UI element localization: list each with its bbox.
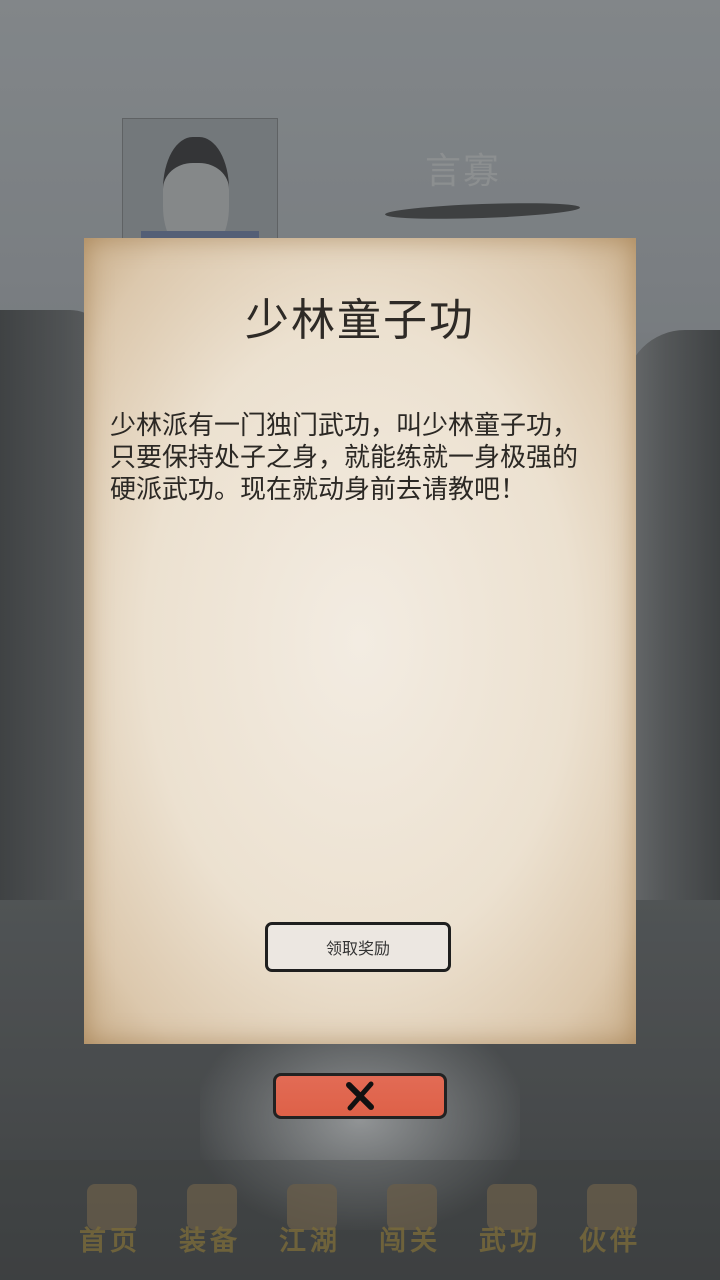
nav-label: 伙伴 (579, 1226, 641, 1257)
nav-label: 武功 (479, 1226, 541, 1257)
close-icon (346, 1081, 374, 1111)
dialog-body: 少林派有一门独门武功，叫少林童子功，只要保持处子之身，就能练就一身极强的硬派武功… (110, 411, 579, 505)
nav-item-partners[interactable]: 伙伴 (565, 1170, 655, 1280)
claim-reward-label: 领取奖励 (325, 939, 390, 958)
close-button[interactable] (273, 1073, 447, 1119)
nav-item-home[interactable]: 首页 (65, 1170, 155, 1280)
nav-item-world[interactable]: 江湖 (265, 1170, 355, 1280)
nav-label: 闯关 (379, 1226, 441, 1257)
bottom-nav: 首页 装备 江湖 闯关 武功 伙伴 (0, 1160, 720, 1280)
claim-reward-button[interactable]: 领取奖励 (265, 922, 451, 972)
nav-label: 首页 (79, 1226, 141, 1257)
nav-item-equipment[interactable]: 装备 (165, 1170, 255, 1280)
nav-item-martial-arts[interactable]: 武功 (465, 1170, 555, 1280)
nav-item-stage[interactable]: 闯关 (365, 1170, 455, 1280)
nav-label: 江湖 (279, 1226, 341, 1257)
quest-dialog: 少林童子功 少林派有一门独门武功，叫少林童子功，只要保持处子之身，就能练就一身极… (84, 238, 636, 1044)
nav-label: 装备 (179, 1226, 241, 1257)
dialog-title: 少林童子功 (245, 295, 475, 346)
